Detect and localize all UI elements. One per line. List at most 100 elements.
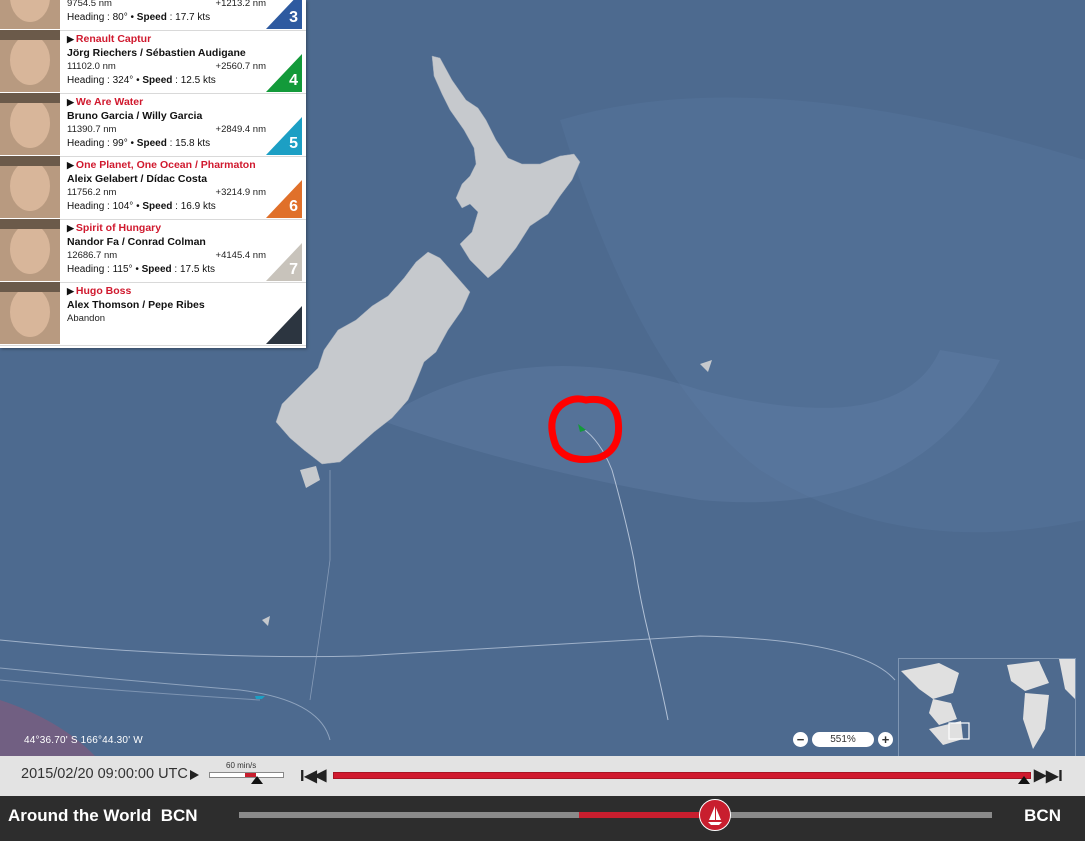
boat-name-text: Spirit of Hungary [75, 222, 162, 234]
boat-name-text: Hugo Boss [75, 285, 132, 297]
heading-label: Heading [67, 201, 105, 212]
race-title: Around the World BCN [8, 806, 198, 826]
distance-to-leader: +4145.4 nm [215, 250, 266, 261]
minimap-canvas [899, 659, 1075, 757]
race-progress-fill [579, 812, 714, 818]
sailboat-icon[interactable] [699, 799, 731, 831]
boat-name[interactable]: ▶ Hugo Boss [67, 285, 131, 297]
boat-name[interactable]: ▶ Renault Captur [67, 33, 151, 45]
boat-name[interactable]: ▶ One Planet, One Ocean / Pharmaton [67, 159, 256, 171]
speed-label: Speed [142, 75, 173, 86]
distance-to-finish: 11390.7 nm [67, 124, 117, 135]
position-number: 4 [289, 72, 298, 89]
ranking-row[interactable]: ▶ Renault Captur Jörg Riechers / Sébastien… [0, 30, 306, 94]
timeline-slider[interactable] [333, 772, 1031, 779]
position-badge: 6 [266, 180, 302, 218]
overview-minimap[interactable] [898, 658, 1076, 758]
speed-value: 12.5 kts [180, 75, 216, 86]
race-finish-port: BCN [1024, 806, 1061, 825]
zoom-level: 551% [812, 732, 874, 747]
skipper-photo [0, 156, 60, 218]
expand-arrow-icon[interactable]: ▶ [67, 286, 74, 296]
skip-to-end-icon[interactable]: ▶I [1046, 766, 1063, 786]
heading-label: Heading [67, 75, 105, 86]
timeline-handle[interactable] [1018, 776, 1030, 784]
expand-arrow-icon[interactable]: ▶ [67, 97, 74, 107]
cursor-coordinates: 44°36.70' S 166°44.30' W [24, 735, 143, 746]
step-back-icon[interactable]: ◀ [314, 765, 326, 785]
heading-speed: Heading : 80° • Speed : 17.7 kts [67, 12, 211, 23]
speed-label: Speed [141, 264, 172, 275]
race-start-port: BCN [160, 806, 198, 825]
distance-to-leader: +3214.9 nm [215, 187, 266, 198]
ranking-panel: 9754.5 nm +1213.2 nm Heading : 80° • Speed… [0, 0, 306, 348]
heading-speed: Heading : 115° • Speed : 17.5 kts [67, 264, 216, 275]
crew-names: Jörg Riechers / Sébastien Audigane [67, 47, 246, 59]
sailboat-glyph [708, 806, 722, 825]
heading-value: 324° [112, 75, 134, 86]
skipper-photo [0, 219, 60, 281]
heading-label: Heading [67, 138, 105, 149]
ranking-row[interactable]: ▶ We Are Water Bruno Garcia / Willy Garcia… [0, 93, 306, 157]
timeline-datetime: 2015/02/20 09:00:00 UTC [21, 766, 188, 782]
heading-value: 115° [112, 264, 133, 275]
position-number: 3 [289, 9, 298, 26]
zoom-out-button[interactable]: − [793, 732, 808, 747]
distance-to-finish: 11756.2 nm [67, 187, 117, 198]
position-badge: 5 [266, 117, 302, 155]
distance-to-finish: 11102.0 nm [67, 61, 116, 72]
heading-value: 99° [112, 138, 128, 149]
play-icon[interactable] [190, 770, 199, 780]
distance-to-leader: +2560.7 nm [215, 61, 266, 72]
playback-speed-label: 60 min/s [226, 761, 257, 770]
heading-value: 104° [112, 201, 134, 212]
playback-speed-handle[interactable] [251, 776, 263, 784]
boat-name-text: One Planet, One Ocean / Pharmaton [75, 159, 256, 171]
position-number: 7 [289, 261, 298, 278]
position-number: 6 [289, 198, 298, 215]
distance-to-leader: +2849.4 nm [215, 124, 266, 135]
ranking-row[interactable]: 9754.5 nm +1213.2 nm Heading : 80° • Speed… [0, 0, 306, 31]
heading-label: Heading [67, 264, 105, 275]
expand-arrow-icon[interactable]: ▶ [67, 223, 74, 233]
boat-name[interactable]: ▶ We Are Water [67, 96, 143, 108]
boat-name-text: Renault Captur [75, 33, 152, 45]
position-badge: 7 [266, 243, 302, 281]
speed-value: 17.5 kts [179, 264, 216, 275]
crew-names: Alex Thomson / Pepe Ribes [67, 299, 205, 311]
heading-speed: Heading : 324° • Speed : 12.5 kts [67, 75, 216, 86]
skipper-photo [0, 93, 60, 155]
step-forward-icon[interactable]: ▶ [1034, 765, 1046, 785]
expand-arrow-icon[interactable]: ▶ [67, 34, 74, 44]
speed-value: 17.7 kts [175, 12, 211, 23]
heading-label: Heading [67, 12, 105, 23]
speed-label: Speed [136, 12, 167, 23]
ranking-row[interactable]: ▶ Hugo Boss Alex Thomson / Pepe Ribes Aband… [0, 282, 306, 346]
boat-name-text: We Are Water [75, 96, 144, 108]
crew-names: Aleix Gelabert / Dídac Costa [67, 173, 208, 185]
skipper-photo [0, 282, 60, 344]
speed-label: Speed [142, 201, 173, 212]
expand-arrow-icon[interactable]: ▶ [67, 160, 74, 170]
crew-names: Nandor Fa / Conrad Colman [67, 236, 206, 248]
race-progress-bar: Around the World BCN BCN [0, 796, 1085, 841]
position-badge [266, 306, 302, 344]
heading-value: 80° [112, 12, 128, 23]
race-name: Around the World [8, 806, 152, 825]
heading-speed: Heading : 99° • Speed : 15.8 kts [67, 138, 211, 149]
zoom-in-button[interactable]: + [878, 732, 893, 747]
ranking-row[interactable]: ▶ Spirit of Hungary Nandor Fa / Conrad Col… [0, 219, 306, 283]
distance-to-leader: +1213.2 nm [215, 0, 266, 9]
crew-names: Bruno Garcia / Willy Garcia [67, 110, 203, 122]
position-number: 5 [289, 135, 298, 152]
distance-to-finish: 12686.7 nm [67, 250, 118, 261]
position-badge: 4 [266, 54, 302, 92]
boat-name[interactable]: ▶ Spirit of Hungary [67, 222, 161, 234]
speed-label: Speed [136, 138, 167, 149]
ranking-row[interactable]: ▶ One Planet, One Ocean / Pharmaton Aleix … [0, 156, 306, 220]
skipper-photo [0, 0, 60, 29]
boat-status: Abandon [67, 313, 106, 324]
timeline-bar: 2015/02/20 09:00:00 UTC 60 min/s I◀ ◀ ▶ … [0, 756, 1085, 796]
position-badge: 3 [266, 0, 302, 29]
skipper-photo [0, 30, 60, 92]
